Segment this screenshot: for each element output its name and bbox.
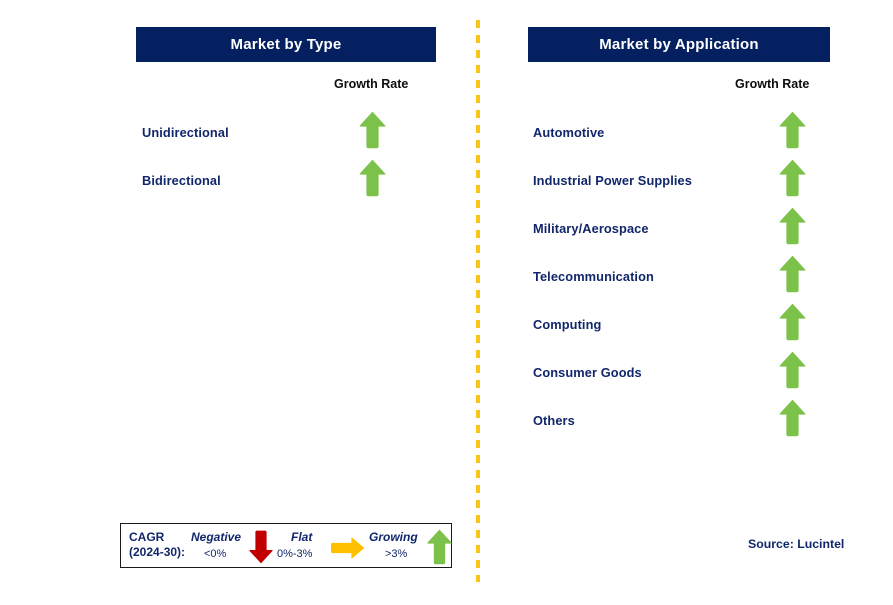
segment-row: Industrial Power Supplies: [0, 156, 893, 204]
segment-label: Consumer Goods: [533, 364, 642, 380]
legend-negative-title: Negative: [191, 530, 242, 544]
arrow-up-icon: [778, 254, 807, 299]
segment-row: Automotive: [0, 108, 893, 156]
legend-growing-range: >3%: [385, 548, 408, 560]
segment-label: Military/Aerospace: [533, 220, 649, 236]
growth-rate-caption-application: Growth Rate: [735, 77, 810, 91]
segment-label: Computing: [533, 316, 602, 332]
panel-header-market-by-type: Market by Type: [136, 27, 436, 62]
source-attribution: Source: Lucintel: [748, 537, 845, 551]
segment-row: Telecommunication: [0, 252, 893, 300]
legend-flat-title: Flat: [291, 530, 313, 544]
panel-title-type: Market by Type: [230, 36, 342, 53]
arrow-right-icon: [330, 537, 366, 564]
arrow-up-icon: [778, 110, 807, 155]
arrow-up-icon: [778, 398, 807, 443]
cagr-legend-box: CAGR (2024-30): Negative <0% Flat 0%-3% …: [120, 523, 452, 568]
legend-flat-range: 0%-3%: [277, 548, 313, 560]
segment-label: Telecommunication: [533, 268, 654, 284]
segment-row: Military/Aerospace: [0, 204, 893, 252]
segment-row: Consumer Goods: [0, 348, 893, 396]
arrow-up-icon: [778, 206, 807, 251]
legend-cagr-label: CAGR (2024-30):: [129, 530, 185, 560]
arrow-up-icon: [426, 528, 453, 571]
infographic-canvas: Market by Type Growth Rate Unidirectiona…: [0, 0, 893, 605]
arrow-down-icon: [248, 529, 274, 570]
segment-label: Industrial Power Supplies: [533, 172, 692, 188]
segment-label: Automotive: [533, 124, 605, 140]
panel-header-market-by-application: Market by Application: [528, 27, 830, 62]
legend-growing-title: Growing: [369, 530, 418, 544]
growth-rate-caption-type: Growth Rate: [334, 77, 409, 91]
legend-cagr-line2: (2024-30):: [129, 545, 186, 559]
segment-label: Others: [533, 412, 575, 428]
panel-title-application: Market by Application: [599, 36, 759, 53]
arrow-up-icon: [778, 302, 807, 347]
segment-row: Others: [0, 396, 893, 444]
arrow-up-icon: [778, 158, 807, 203]
arrow-up-icon: [778, 350, 807, 395]
segment-row: Computing: [0, 300, 893, 348]
legend-negative-range: <0%: [204, 548, 227, 560]
legend-cagr-line1: CAGR: [129, 530, 165, 544]
